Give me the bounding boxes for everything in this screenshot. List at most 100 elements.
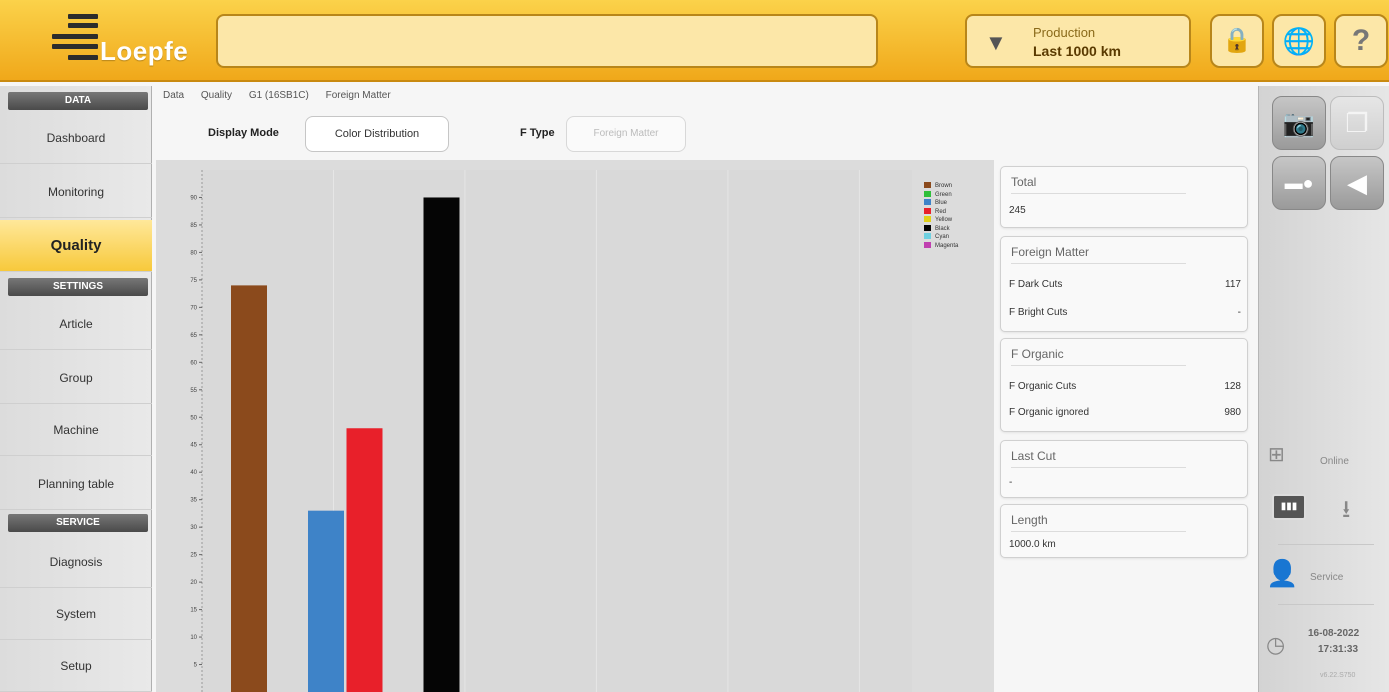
- breadcrumb: Data Quality G1 (16SB1C) Foreign Matter: [163, 90, 405, 101]
- statistics-icon[interactable]: ▮▮▮: [1272, 494, 1306, 520]
- user-icon[interactable]: 👤: [1266, 558, 1298, 589]
- y-tick-label: 70: [190, 305, 197, 311]
- filter-funnel-icon: ▼: [985, 30, 1007, 55]
- length-title: Length: [1011, 513, 1186, 532]
- length-value: 1000.0 km: [1009, 539, 1056, 550]
- time-label: 17:31:33: [1318, 644, 1359, 655]
- legend-item-magenta: Magenta: [924, 241, 959, 251]
- f-organic-cuts-label: F Organic Cuts: [1009, 381, 1077, 392]
- breadcrumb-group[interactable]: G1 (16SB1C): [249, 90, 309, 101]
- bar-blue[interactable]: [308, 510, 344, 692]
- top-bar: Loepfe ▼ Production Last 1000 km 🔒 🌐 ?: [0, 0, 1389, 82]
- bar-black[interactable]: [423, 197, 460, 692]
- sidebar-item-quality[interactable]: Quality: [0, 220, 152, 272]
- f-organic-panel: F Organic F Organic Cuts 128 F Organic i…: [1000, 338, 1248, 432]
- f-dark-cuts-row: F Dark Cuts 117: [1009, 279, 1241, 290]
- rail-divider-2: [1278, 604, 1374, 605]
- length-panel: Length 1000.0 km: [1000, 504, 1248, 558]
- sidebar-item-diagnosis[interactable]: Diagnosis: [0, 536, 152, 588]
- date-label: 16-08-2022: [1308, 628, 1360, 639]
- sidebar-item-article[interactable]: Article: [0, 298, 152, 350]
- bar-red[interactable]: [346, 428, 383, 692]
- help-button[interactable]: ?: [1334, 14, 1388, 68]
- y-tick-label: 65: [190, 333, 197, 339]
- legend-label: Red: [935, 208, 947, 215]
- copy-icon: ❐: [1345, 108, 1369, 138]
- sidebar: DATA Dashboard Monitoring Quality SETTIN…: [0, 86, 152, 692]
- globe-icon: 🌐: [1282, 26, 1316, 56]
- legend-swatch: [924, 190, 931, 197]
- logo-text: Loepfe: [100, 36, 189, 66]
- f-bright-cuts-label: F Bright Cuts: [1009, 307, 1068, 318]
- lock-button[interactable]: 🔒: [1210, 14, 1264, 68]
- sidebar-item-setup[interactable]: Setup: [0, 640, 152, 692]
- total-panel: Total 245: [1000, 166, 1248, 228]
- f-dark-cuts-label: F Dark Cuts: [1009, 279, 1063, 290]
- legend-swatch: [924, 207, 931, 214]
- legend-item-blue: Blue: [924, 199, 958, 208]
- last-cut-title: Last Cut: [1011, 449, 1186, 468]
- sidebar-item-monitoring[interactable]: Monitoring: [0, 166, 152, 218]
- y-tick-label: 20: [190, 580, 197, 586]
- legend-swatch: [924, 199, 931, 206]
- help-icon: ?: [1351, 24, 1371, 57]
- ftype-select[interactable]: Foreign Matter: [566, 116, 686, 152]
- f-organic-title: F Organic: [1011, 347, 1186, 366]
- back-button[interactable]: ◀: [1330, 156, 1384, 210]
- online-status: Online: [1320, 456, 1349, 467]
- camera-icon: 📷: [1282, 108, 1316, 138]
- ftype-label: F Type: [520, 127, 555, 139]
- sidebar-item-dashboard[interactable]: Dashboard: [0, 112, 152, 164]
- chart-svg: 5 10 15 20 25 30 35 40 45 50 55 60 65 70 75 80 85 90: [190, 170, 912, 692]
- y-tick-label: 40: [190, 470, 197, 476]
- legend-item-black: Black: [924, 224, 958, 234]
- download-icon[interactable]: ⭳: [1342, 492, 1350, 533]
- y-tick-label: 10: [190, 635, 197, 641]
- f-organic-ignored-row: F Organic ignored 980: [1009, 407, 1241, 418]
- breadcrumb-data[interactable]: Data: [163, 90, 184, 101]
- chart-legend: Brown Green Blue Red Yellow Black Cyan Magenta: [924, 182, 958, 250]
- last-cut-value: -: [1009, 477, 1013, 488]
- language-button[interactable]: 🌐: [1272, 14, 1326, 68]
- production-label: Production: [1033, 25, 1096, 40]
- color-distribution-chart: 5 10 15 20 25 30 35 40 45 50 55 60 65 70 75 80 85 90: [156, 160, 994, 692]
- production-filter-button[interactable]: ▼ Production Last 1000 km: [965, 14, 1191, 68]
- f-organic-cuts-row: F Organic Cuts 128: [1009, 381, 1241, 392]
- f-dark-cuts-value: 117: [1225, 279, 1241, 290]
- display-mode-select[interactable]: Color Distribution: [305, 116, 449, 152]
- legend-label: Blue: [935, 200, 948, 206]
- sidebar-section-settings: SETTINGS: [8, 278, 148, 296]
- sidebar-item-group[interactable]: Group: [0, 352, 152, 404]
- y-tick-label: 35: [190, 498, 197, 504]
- sidebar-item-system[interactable]: System: [0, 588, 152, 640]
- legend-label: Yellow: [935, 217, 953, 223]
- record-icon: ▬●: [1284, 173, 1314, 193]
- breadcrumb-quality[interactable]: Quality: [201, 90, 232, 101]
- legend-item-brown: Brown: [924, 182, 958, 191]
- legend-label: Green: [935, 191, 952, 198]
- bar-brown[interactable]: [231, 285, 267, 692]
- legend-swatch: [924, 224, 931, 231]
- production-range: Last 1000 km: [1033, 43, 1121, 59]
- search-input[interactable]: [216, 14, 878, 68]
- back-arrow-icon: ◀: [1347, 168, 1367, 198]
- sidebar-item-machine[interactable]: Machine: [0, 404, 152, 456]
- screenshot-button[interactable]: 📷: [1272, 96, 1326, 150]
- f-organic-cuts-value: 128: [1224, 381, 1241, 392]
- display-mode-label: Display Mode: [208, 127, 279, 139]
- y-tick-label: 75: [190, 278, 197, 284]
- legend-item-green: Green: [924, 190, 958, 200]
- record-button[interactable]: ▬●: [1272, 156, 1326, 210]
- y-tick-label: 25: [190, 553, 197, 559]
- sidebar-item-planning-table[interactable]: Planning table: [0, 458, 152, 510]
- y-tick-label: 45: [190, 443, 197, 449]
- lock-icon: 🔒: [1222, 27, 1252, 54]
- legend-label: Magenta: [935, 242, 959, 249]
- breadcrumb-foreign-matter: Foreign Matter: [325, 90, 391, 101]
- f-bright-cuts-row: F Bright Cuts -: [1009, 307, 1241, 318]
- foreign-matter-panel: Foreign Matter F Dark Cuts 117 F Bright …: [1000, 236, 1248, 332]
- network-icon: ⊞: [1268, 444, 1285, 466]
- total-title: Total: [1011, 175, 1186, 194]
- copy-button[interactable]: ❐: [1330, 96, 1384, 150]
- legend-label: Cyan: [935, 234, 950, 240]
